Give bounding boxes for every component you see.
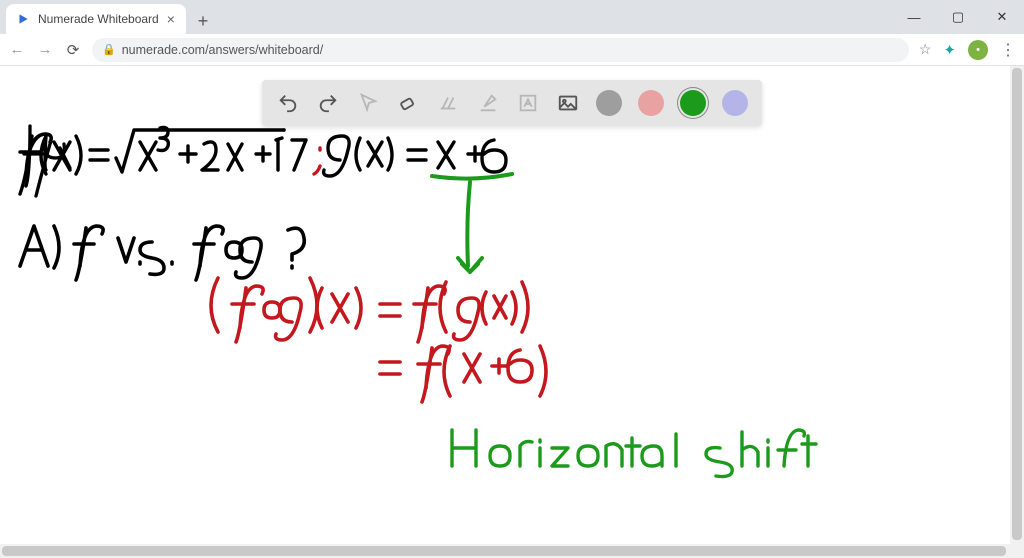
handwriting-layer bbox=[0, 66, 1024, 558]
menu-icon[interactable]: ⋮ bbox=[1000, 40, 1016, 60]
browser-titlebar: Numerade Whiteboard × + — ▢ ✕ bbox=[0, 0, 1024, 34]
address-bar[interactable]: 🔒 numerade.com/answers/whiteboard/ bbox=[92, 38, 909, 62]
whiteboard[interactable]: f(x) = √(x³ + 2x + 17) g(x) = x + 6 A) f… bbox=[0, 66, 1024, 558]
bookmark-icon[interactable]: ☆ bbox=[919, 41, 932, 58]
horizontal-scrollbar-thumb[interactable] bbox=[2, 546, 1006, 556]
forward-button[interactable]: → bbox=[36, 41, 54, 58]
close-window-button[interactable]: ✕ bbox=[980, 0, 1024, 34]
profile-avatar[interactable]: • bbox=[968, 40, 988, 60]
browser-toolbar: ← → ⟳ 🔒 numerade.com/answers/whiteboard/… bbox=[0, 34, 1024, 66]
tab-title: Numerade Whiteboard bbox=[38, 12, 159, 26]
url-text: numerade.com/answers/whiteboard/ bbox=[122, 43, 324, 57]
minimize-button[interactable]: — bbox=[892, 0, 936, 34]
new-tab-button[interactable]: + bbox=[190, 8, 216, 34]
vertical-scrollbar-thumb[interactable] bbox=[1012, 68, 1022, 540]
back-button[interactable]: ← bbox=[8, 41, 26, 58]
browser-tab[interactable]: Numerade Whiteboard × bbox=[6, 4, 186, 34]
horizontal-scrollbar[interactable] bbox=[0, 544, 1024, 558]
vertical-scrollbar[interactable] bbox=[1010, 66, 1024, 558]
maximize-button[interactable]: ▢ bbox=[936, 0, 980, 34]
extensions-icon[interactable]: ✦ bbox=[943, 41, 956, 59]
window-controls: — ▢ ✕ bbox=[892, 0, 1024, 34]
lock-icon: 🔒 bbox=[102, 43, 116, 56]
tab-favicon bbox=[16, 12, 30, 26]
close-icon[interactable]: × bbox=[167, 12, 175, 26]
reload-button[interactable]: ⟳ bbox=[64, 41, 82, 59]
